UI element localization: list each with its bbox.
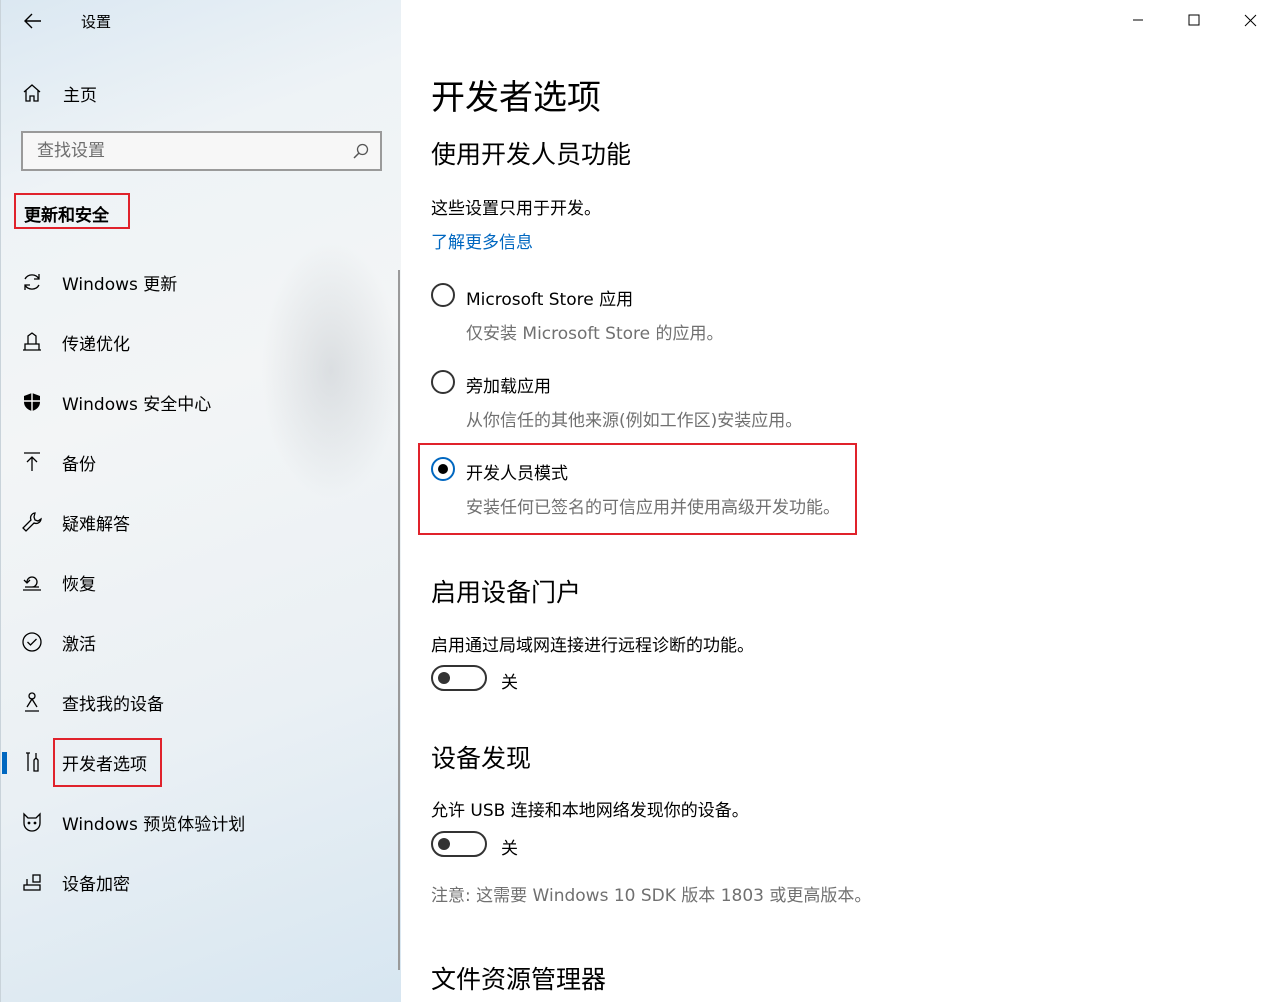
- home-label: 主页: [63, 85, 97, 106]
- device-portal-toggle-label: 关: [501, 673, 518, 693]
- device-discovery-heading: 设备发现: [431, 744, 532, 773]
- sidebar-item-device-encryption[interactable]: 设备加密: [1, 860, 399, 904]
- shield-icon: [21, 391, 43, 413]
- main-content: 开发者选项 使用开发人员功能 这些设置只用于开发。 了解更多信息 Microso…: [401, 0, 1282, 1002]
- search-icon[interactable]: [352, 142, 370, 160]
- device-discovery-toggle-label: 关: [501, 839, 518, 859]
- close-button[interactable]: [1222, 0, 1278, 40]
- sidebar-item-label: 激活: [62, 634, 96, 655]
- device-portal-toggle[interactable]: [431, 665, 487, 691]
- radio-developer-mode-label[interactable]: 开发人员模式: [466, 459, 568, 484]
- developer-tools-icon: [21, 751, 43, 773]
- sidebar-item-find-my-device[interactable]: 查找我的设备: [1, 680, 399, 724]
- recovery-icon: [21, 571, 43, 593]
- minimize-button[interactable]: [1110, 0, 1166, 40]
- section-title: 更新和安全: [14, 193, 130, 229]
- sidebar-item-label: 设备加密: [62, 874, 130, 895]
- radio-store-apps[interactable]: [431, 283, 455, 307]
- sidebar-item-activation[interactable]: 激活: [1, 620, 399, 664]
- sidebar-item-label: 查找我的设备: [62, 694, 164, 715]
- device-encryption-icon: [21, 871, 43, 893]
- maximize-button[interactable]: [1166, 0, 1222, 40]
- dev-features-heading: 使用开发人员功能: [431, 140, 632, 169]
- radio-sideload-apps[interactable]: [431, 370, 455, 394]
- sidebar-item-label: 恢复: [62, 574, 96, 595]
- highlight-box-developer-options: [53, 738, 162, 787]
- delivery-optimization-icon: [21, 331, 43, 353]
- sidebar-item-recovery[interactable]: 恢复: [1, 560, 399, 604]
- maximize-icon: [1188, 14, 1200, 26]
- device-portal-desc: 启用通过局域网连接进行远程诊断的功能。: [431, 636, 754, 656]
- radio-store-apps-label[interactable]: Microsoft Store 应用: [466, 285, 633, 310]
- back-arrow-icon: [24, 13, 41, 29]
- search-input[interactable]: [23, 133, 343, 169]
- device-discovery-note: 注意: 这需要 Windows 10 SDK 版本 1803 或更高版本。: [431, 886, 872, 906]
- learn-more-link[interactable]: 了解更多信息: [431, 228, 533, 253]
- sidebar-item-backup[interactable]: 备份: [1, 440, 399, 484]
- device-portal-heading: 启用设备门户: [431, 578, 582, 607]
- person-location-icon: [21, 691, 43, 713]
- check-circle-icon: [21, 631, 43, 653]
- window-title: 设置: [81, 13, 112, 31]
- insider-cat-icon: [21, 811, 43, 833]
- refresh-icon: [21, 271, 43, 293]
- sidebar-item-label: 疑难解答: [62, 514, 130, 535]
- home-link[interactable]: 主页: [21, 78, 97, 108]
- highlight-box-developer-mode: [418, 443, 857, 535]
- sidebar-item-windows-update[interactable]: Windows 更新: [1, 260, 399, 304]
- sidebar: 设置 主页 更新和安全 Windows 更新 传递优化 Windows 安全中心…: [0, 0, 401, 1002]
- home-icon: [23, 84, 41, 102]
- device-discovery-toggle[interactable]: [431, 831, 487, 857]
- search-box[interactable]: [21, 131, 382, 171]
- backup-arrow-icon: [21, 451, 43, 473]
- radio-sideload-apps-label[interactable]: 旁加载应用: [466, 372, 551, 397]
- sidebar-scrollbar[interactable]: [398, 270, 400, 970]
- sidebar-item-windows-insider[interactable]: Windows 预览体验计划: [1, 800, 399, 844]
- radio-developer-mode[interactable]: [431, 457, 455, 481]
- sidebar-item-label: Windows 安全中心: [62, 394, 212, 415]
- sidebar-item-label: 传递优化: [62, 334, 130, 355]
- dev-features-desc: 这些设置只用于开发。: [431, 199, 601, 219]
- sidebar-item-delivery-optimization[interactable]: 传递优化: [1, 320, 399, 364]
- sidebar-item-troubleshoot[interactable]: 疑难解答: [1, 500, 399, 544]
- sidebar-item-label: Windows 预览体验计划: [62, 814, 246, 835]
- radio-store-apps-desc: 仅安装 Microsoft Store 的应用。: [466, 324, 724, 344]
- page-title: 开发者选项: [431, 78, 601, 118]
- file-explorer-heading: 文件资源管理器: [431, 965, 607, 994]
- back-button[interactable]: [15, 6, 51, 36]
- sidebar-item-windows-security[interactable]: Windows 安全中心: [1, 380, 399, 424]
- device-discovery-desc: 允许 USB 连接和本地网络发现你的设备。: [431, 801, 749, 821]
- sidebar-item-label: 备份: [62, 454, 96, 475]
- minimize-icon: [1133, 19, 1143, 21]
- close-icon: [1244, 14, 1256, 26]
- radio-developer-mode-desc: 安装任何已签名的可信应用并使用高级开发功能。: [466, 498, 840, 518]
- sidebar-item-label: Windows 更新: [62, 274, 178, 295]
- wrench-icon: [21, 511, 43, 533]
- radio-sideload-apps-desc: 从你信任的其他来源(例如工作区)安装应用。: [466, 411, 803, 431]
